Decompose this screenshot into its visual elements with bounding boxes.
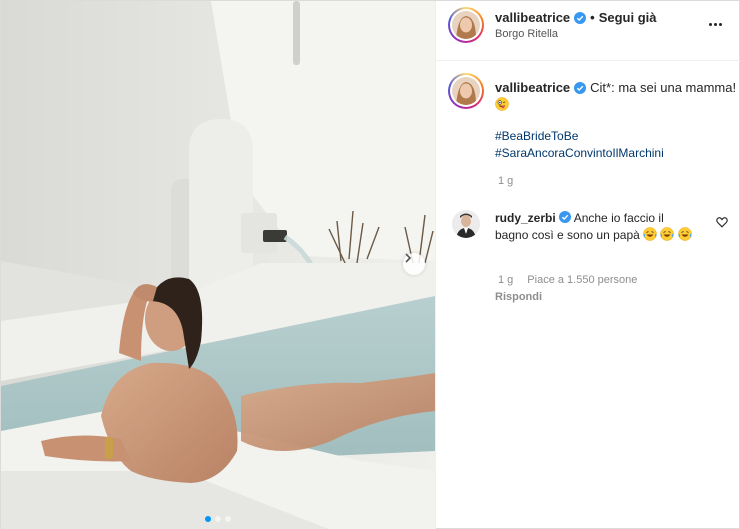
avatar-image — [452, 210, 480, 238]
caption-text: Cit*: ma sei una mamma! — [590, 80, 737, 95]
comment-meta: 1 g Piace a 1.550 persone — [498, 274, 637, 286]
chevron-right-icon — [405, 253, 412, 263]
laughing-tears-emoji — [643, 227, 657, 241]
carousel-dot — [215, 516, 221, 522]
post-photo — [1, 1, 435, 529]
laughing-tears-emoji — [678, 227, 692, 241]
carousel-dot — [225, 516, 231, 522]
caption-timestamp[interactable]: 1 g — [498, 175, 513, 187]
author-username[interactable]: vallibeatrice — [495, 10, 570, 25]
laughing-tears-emoji — [660, 227, 675, 241]
comment-timestamp[interactable]: 1 g — [498, 274, 513, 286]
heart-outline-icon[interactable] — [716, 216, 728, 228]
post-side-panel: vallibeatrice • Segui già Borgo Ritella — [435, 1, 740, 529]
verified-badge-icon — [559, 211, 572, 223]
verified-badge-icon — [574, 11, 587, 24]
commenter-avatar[interactable] — [452, 210, 480, 238]
comment-likes[interactable]: Piace a 1.550 persone — [527, 274, 637, 286]
caption-username[interactable]: vallibeatrice — [495, 80, 570, 95]
post-media[interactable] — [1, 1, 435, 529]
verified-badge-icon — [574, 81, 587, 94]
caption-hashtags: #BeaBrideToBe #SaraAncoraConvintoIlMarch… — [495, 128, 664, 162]
post-header: vallibeatrice • Segui già Borgo Ritella — [436, 1, 740, 61]
next-image-button[interactable] — [403, 253, 425, 275]
author-avatar[interactable] — [448, 7, 484, 43]
caption-avatar[interactable] — [448, 73, 484, 109]
carousel-dot — [205, 516, 211, 522]
hashtag-link[interactable]: #SaraAncoraConvintoIlMarchini — [495, 145, 664, 162]
header-separator: • — [590, 10, 595, 25]
commenter-username[interactable]: rudy_zerbi — [495, 211, 556, 225]
avatar-image — [452, 11, 480, 39]
carousel-indicator — [1, 516, 435, 522]
winking-tongue-emoji — [495, 97, 509, 111]
hashtag-link[interactable]: #BeaBrideToBe — [495, 128, 664, 145]
more-options-button[interactable] — [704, 15, 726, 33]
more-options-icon — [708, 22, 712, 26]
reply-button[interactable]: Rispondi — [495, 291, 542, 303]
instagram-post: vallibeatrice • Segui già Borgo Ritella — [0, 0, 740, 529]
post-location[interactable]: Borgo Ritella — [495, 28, 558, 40]
avatar-image — [452, 77, 480, 105]
following-button[interactable]: Segui già — [599, 10, 657, 25]
